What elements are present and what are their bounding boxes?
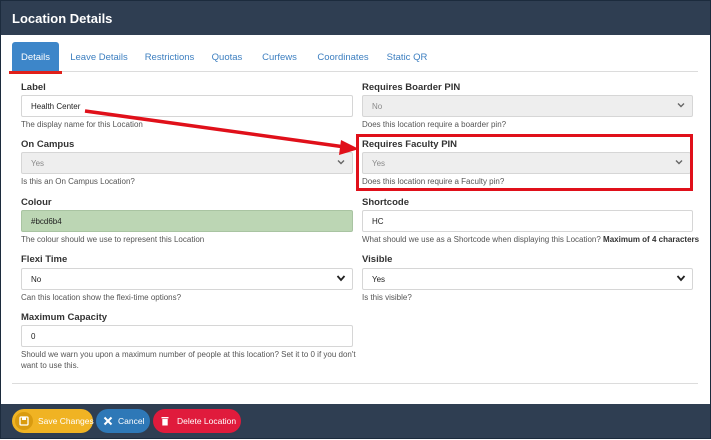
- location-details-window: Location Details Details Leave Details R…: [0, 0, 711, 439]
- delete-location-label: Delete Location: [177, 416, 237, 426]
- delete-location-button[interactable]: Delete Location: [153, 409, 241, 433]
- cancel-label: Cancel: [118, 416, 145, 426]
- trash-icon: [156, 412, 174, 430]
- save-changes-label: Save Changes: [38, 416, 94, 426]
- save-changes-button[interactable]: Save Changes: [12, 409, 94, 433]
- close-icon: [99, 412, 117, 430]
- save-icon: [15, 412, 33, 430]
- arrow-annotation: [84, 109, 359, 155]
- cancel-button[interactable]: Cancel: [96, 409, 150, 433]
- footer-divider: [12, 383, 698, 384]
